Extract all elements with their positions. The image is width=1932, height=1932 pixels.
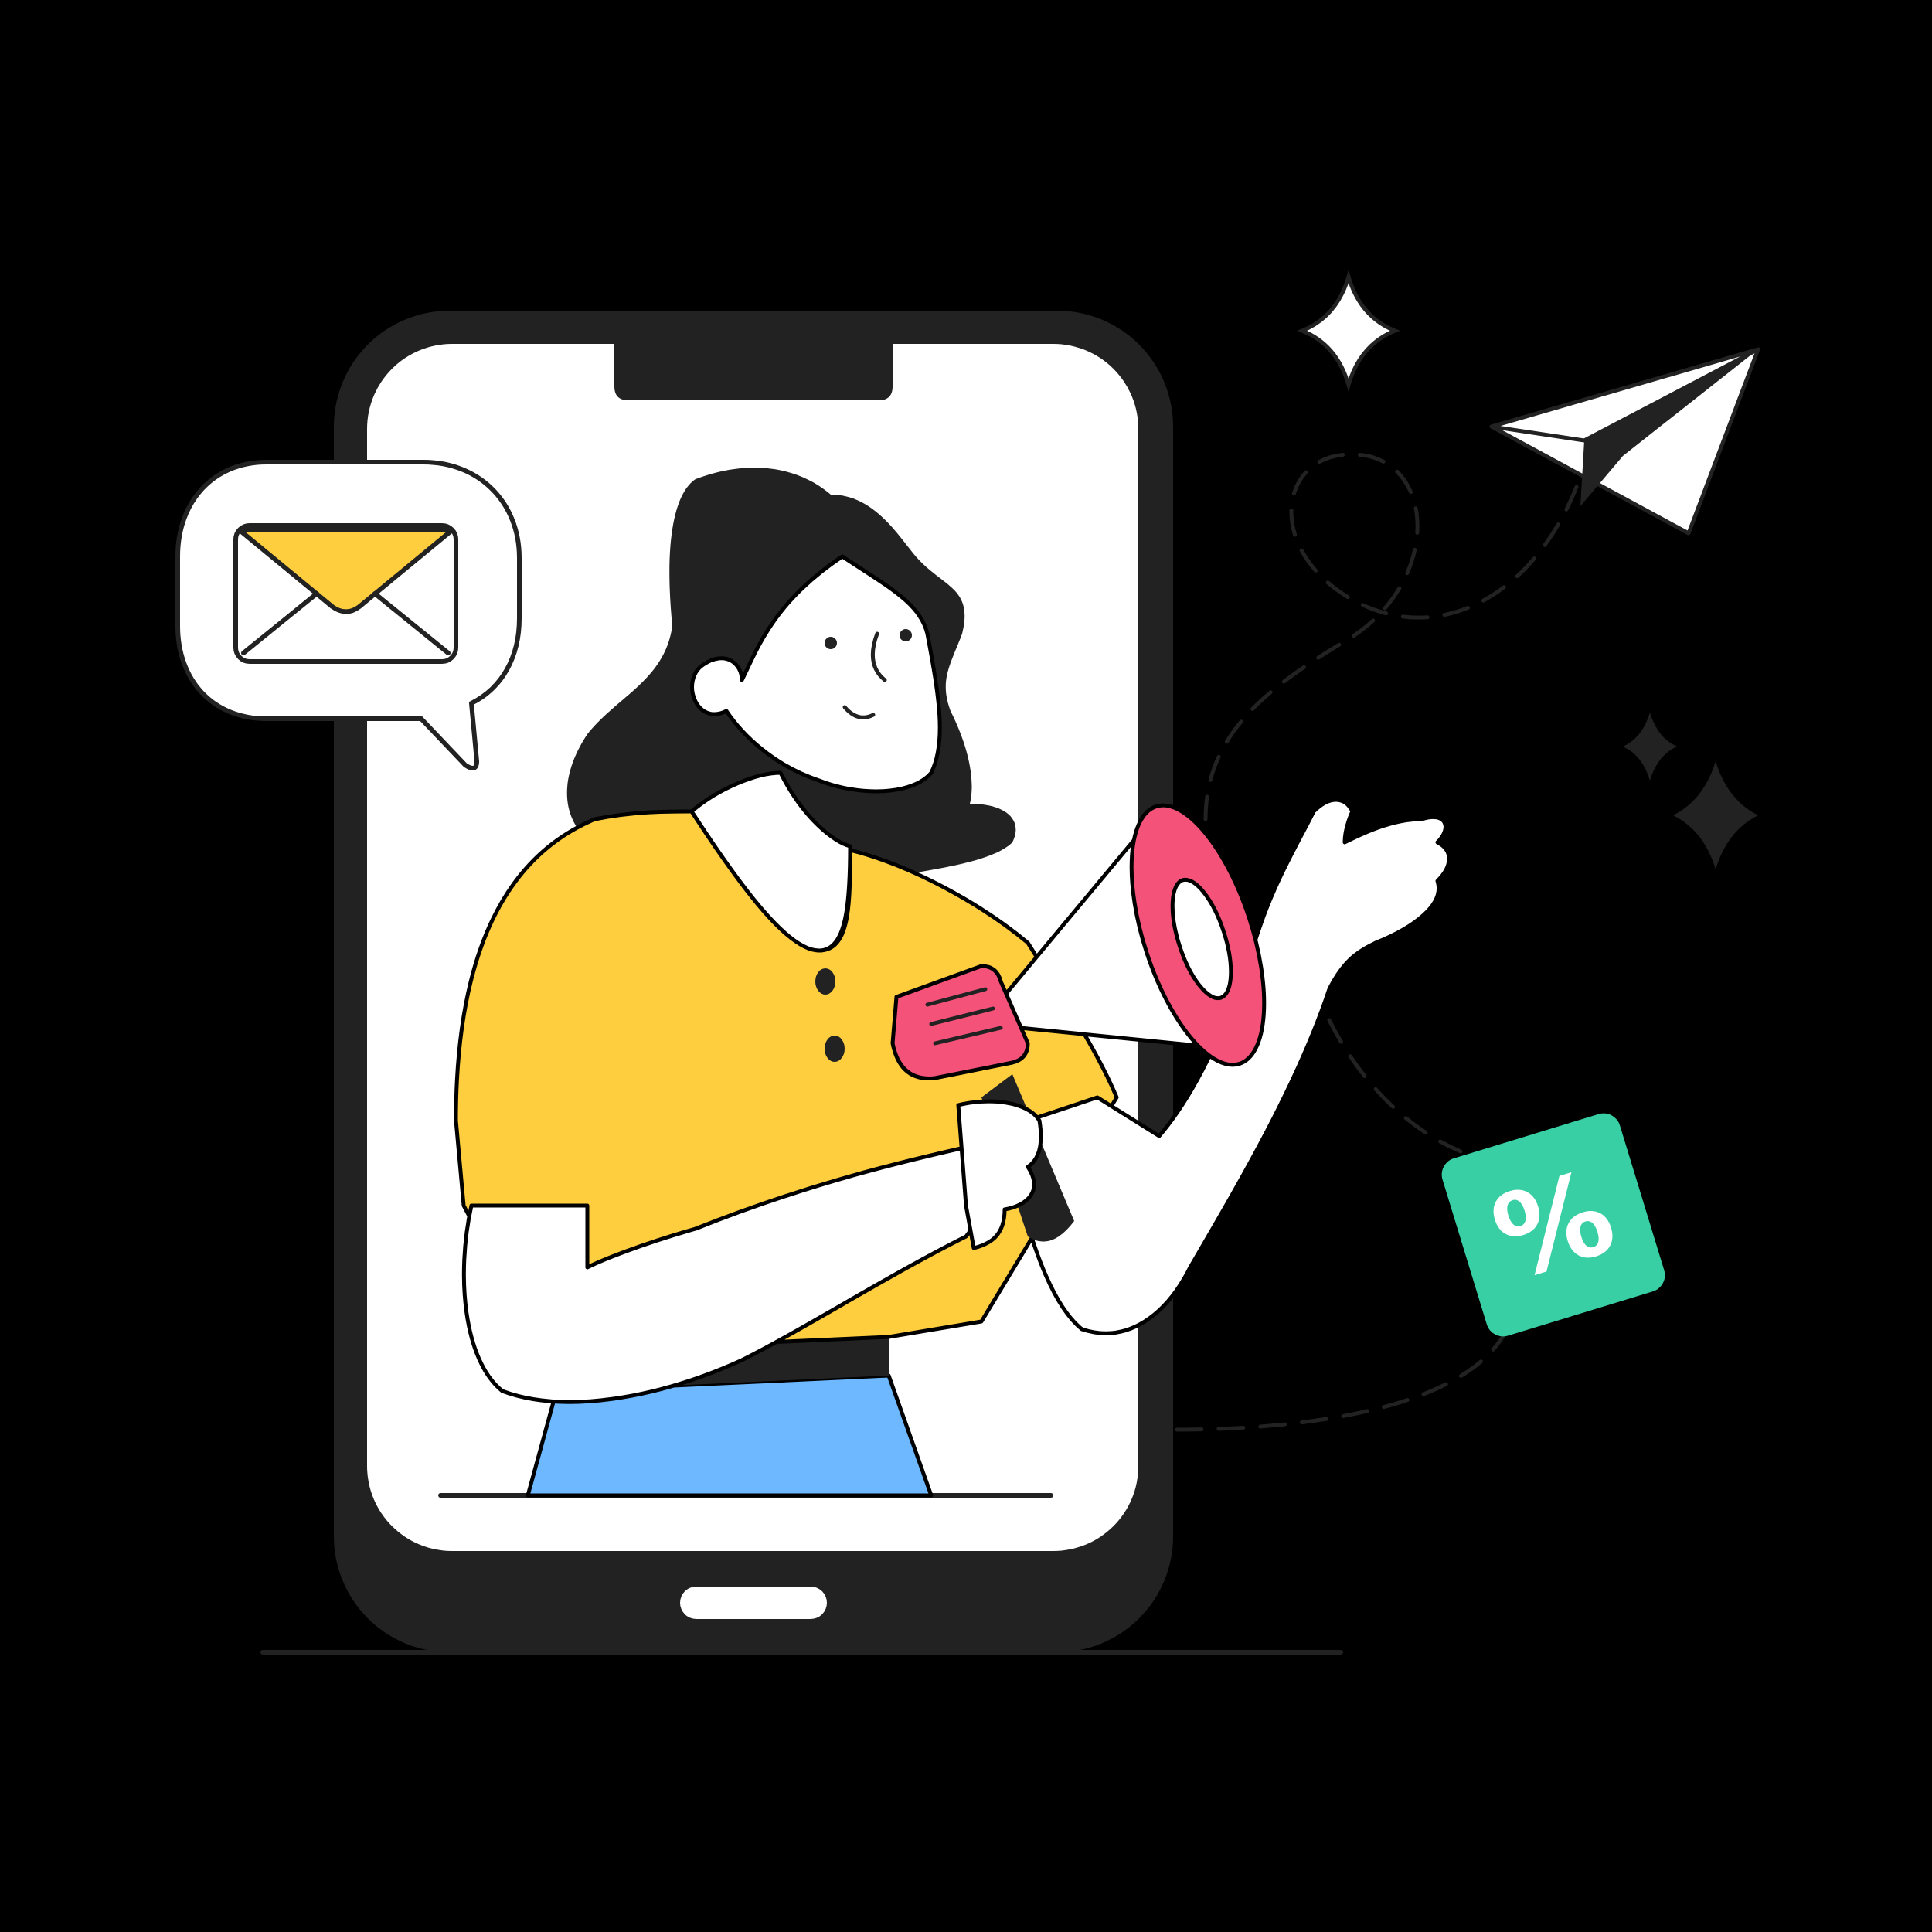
eye xyxy=(825,637,837,649)
percent-badge-icon: % xyxy=(1441,1113,1665,1337)
shirt-button xyxy=(815,968,835,995)
eye xyxy=(900,629,912,641)
envelope-icon xyxy=(233,523,458,664)
shirt-button xyxy=(825,1036,845,1062)
marketing-illustration: % xyxy=(175,269,1760,1655)
sparkle-icon xyxy=(1623,713,1677,781)
paper-plane-icon xyxy=(1489,347,1760,536)
sparkle-icon xyxy=(1673,761,1758,869)
phone-notch xyxy=(614,344,893,400)
sparkle-icon xyxy=(1297,269,1400,393)
home-button xyxy=(680,1587,827,1619)
